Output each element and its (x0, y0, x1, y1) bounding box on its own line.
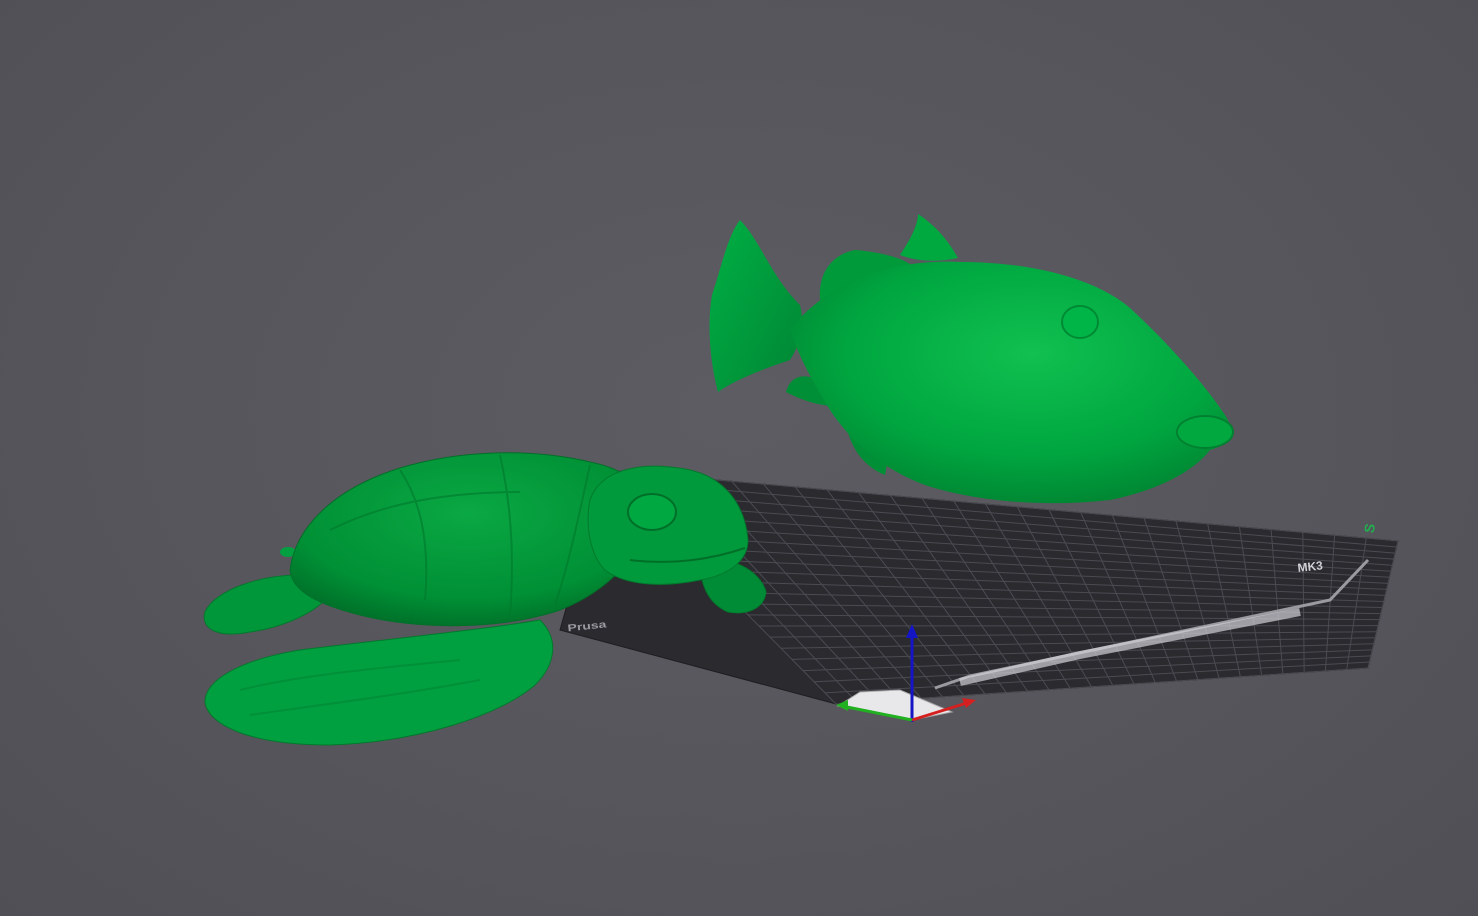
fish-lips (1176, 415, 1234, 449)
fish-dorsal-fin-front (900, 214, 958, 261)
x-axis-arrow (962, 698, 976, 708)
3d-viewport[interactable]: Prusa MK3 S (0, 0, 1478, 916)
bed-version-text: MK3 (1297, 558, 1324, 575)
scene-canvas[interactable]: Prusa MK3 S (0, 0, 1478, 916)
turtle-eye (627, 493, 677, 531)
bed-corner-mark: S (1361, 522, 1378, 534)
fish-tail-fin (709, 220, 802, 392)
fish-eye (1061, 305, 1099, 339)
fish-model-icon[interactable] (709, 214, 1234, 504)
turtle-front-flipper-left (204, 619, 554, 746)
fish-body (790, 261, 1230, 504)
